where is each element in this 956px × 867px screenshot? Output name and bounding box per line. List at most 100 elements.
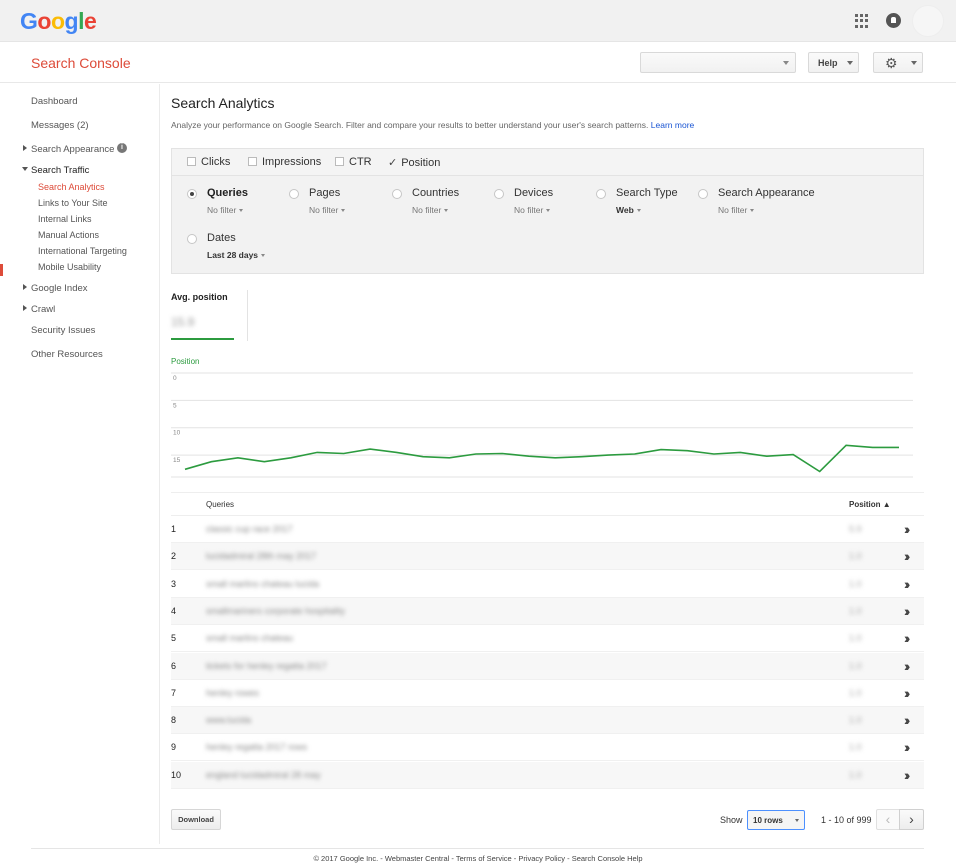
pages-filter-dropdown[interactable]: No filter xyxy=(309,205,346,215)
sidebar-item-international-targeting[interactable]: International Targeting xyxy=(38,246,127,256)
rows-per-page-value: 10 rows xyxy=(753,816,783,825)
row-query[interactable]: henley rowes xyxy=(206,688,259,698)
sidebar-item-dashboard[interactable]: Dashboard xyxy=(31,96,77,107)
info-icon[interactable]: i xyxy=(117,143,127,153)
apps-grid-icon[interactable] xyxy=(855,14,869,28)
queries-filter-dropdown[interactable]: No filter xyxy=(207,205,244,215)
column-header-position[interactable]: Position ▲ xyxy=(849,500,891,509)
sidebar-item-mobile-usability[interactable]: Mobile Usability xyxy=(38,262,101,272)
row-query[interactable]: smallmariners corporate hospitality xyxy=(206,606,345,616)
sidebar-item-links-to-your-site[interactable]: Links to Your Site xyxy=(38,198,108,208)
row-query[interactable]: www.lucida xyxy=(206,715,251,725)
row-query[interactable]: small marlins chateau xyxy=(206,633,293,643)
learn-more-link[interactable]: Learn more xyxy=(651,120,694,130)
devices-radio[interactable] xyxy=(494,189,504,199)
table-row[interactable]: 1 classic cup race 2017 5.9 ›› xyxy=(171,516,924,543)
double-chevron-right-icon[interactable]: ›› xyxy=(904,685,911,701)
search-appearance-radio[interactable] xyxy=(698,189,708,199)
collapse-arrow-icon[interactable] xyxy=(22,167,28,171)
next-page-button[interactable]: › xyxy=(899,809,924,830)
double-chevron-right-icon[interactable]: ›› xyxy=(904,548,911,564)
devices-filter-dropdown[interactable]: No filter xyxy=(514,205,551,215)
search-type-filter-value: Web xyxy=(616,205,634,215)
sidebar-item-search-appearance[interactable]: Search Appearance xyxy=(31,144,114,155)
dates-radio[interactable] xyxy=(187,234,197,244)
table-row[interactable]: 6 tickets for henley regatta 2017 1.0 ›› xyxy=(171,652,924,680)
series-line-position[interactable] xyxy=(184,444,899,473)
double-chevron-right-icon[interactable]: ›› xyxy=(904,712,911,728)
column-header-queries[interactable]: Queries xyxy=(206,500,234,509)
expand-arrow-icon[interactable] xyxy=(23,284,27,290)
sidebar-item-messages[interactable]: Messages (2) xyxy=(31,120,89,131)
download-button[interactable]: Download xyxy=(171,809,221,830)
countries-filter-dropdown[interactable]: No filter xyxy=(412,205,449,215)
previous-page-button[interactable]: ‹ xyxy=(876,809,900,830)
row-query[interactable]: henley regatta 2017 rows xyxy=(206,742,307,752)
pages-radio[interactable] xyxy=(289,189,299,199)
table-row[interactable]: 10 england lucidadmiral 28 may 1.0 ›› xyxy=(171,761,924,789)
row-query[interactable]: classic cup race 2017 xyxy=(206,524,293,534)
google-logo[interactable]: Google xyxy=(20,8,97,35)
checkmark-icon[interactable]: ✓ xyxy=(388,156,397,169)
dates-filter-dropdown[interactable]: Last 28 days xyxy=(207,250,266,260)
sidebar-item-other-resources[interactable]: Other Resources xyxy=(31,349,103,360)
sidebar-item-internal-links[interactable]: Internal Links xyxy=(38,214,92,224)
help-button[interactable]: Help xyxy=(808,52,859,73)
metric-clicks[interactable]: Clicks xyxy=(187,156,230,168)
table-row[interactable]: 2 lucidadmiral 28th may 2017 1.0 ›› xyxy=(171,543,924,571)
row-query[interactable]: small marlins chateau lucida xyxy=(206,579,319,589)
sidebar-item-crawl[interactable]: Crawl xyxy=(31,304,55,315)
row-query[interactable]: england lucidadmiral 28 may xyxy=(206,770,321,780)
y-tick-label: 10 xyxy=(173,430,181,437)
notifications-icon[interactable] xyxy=(886,13,901,28)
pagination-range: 1 - 10 of 999 xyxy=(821,815,872,825)
table-row[interactable]: 9 henley regatta 2017 rows 1.0 ›› xyxy=(171,734,924,762)
double-chevron-right-icon[interactable]: ›› xyxy=(904,739,911,755)
google-bar: Google xyxy=(0,0,956,42)
double-chevron-right-icon[interactable]: ›› xyxy=(904,521,911,537)
search-type-radio[interactable] xyxy=(596,189,606,199)
sidebar: Dashboard Messages (2) Search Appearance… xyxy=(0,84,160,844)
search-type-filter-dropdown[interactable]: Web xyxy=(616,205,641,215)
double-chevron-right-icon[interactable]: ›› xyxy=(904,630,911,646)
sidebar-item-google-index[interactable]: Google Index xyxy=(31,283,88,294)
sidebar-item-manual-actions[interactable]: Manual Actions xyxy=(38,230,99,240)
table-row[interactable]: 7 henley rowes 1.0 ›› xyxy=(171,680,924,707)
countries-radio[interactable] xyxy=(392,189,402,199)
row-query[interactable]: tickets for henley regatta 2017 xyxy=(206,661,327,671)
metric-impressions[interactable]: Impressions xyxy=(248,156,321,168)
ctr-checkbox[interactable] xyxy=(335,157,344,166)
console-title[interactable]: Search Console xyxy=(31,55,131,71)
double-chevron-right-icon[interactable]: ›› xyxy=(904,767,911,783)
console-header: Search Console Help ⚙ xyxy=(0,43,956,83)
table-row[interactable]: 3 small marlins chateau lucida 1.0 ›› xyxy=(171,571,924,598)
clicks-checkbox[interactable] xyxy=(187,157,196,166)
search-appearance-filter-dropdown[interactable]: No filter xyxy=(718,205,755,215)
metric-ctr[interactable]: CTR xyxy=(335,156,372,168)
expand-arrow-icon[interactable] xyxy=(23,145,27,151)
dates-filter-value: Last 28 days xyxy=(207,250,259,260)
queries-radio[interactable] xyxy=(187,189,197,199)
table-row[interactable]: 5 small marlins chateau 1.0 ›› xyxy=(171,625,924,653)
rows-per-page-select[interactable]: 10 rows xyxy=(747,810,805,830)
expand-arrow-icon[interactable] xyxy=(23,305,27,311)
sidebar-item-search-traffic[interactable]: Search Traffic xyxy=(31,165,89,176)
devices-filter-value: No filter xyxy=(514,205,544,215)
row-query[interactable]: lucidadmiral 28th may 2017 xyxy=(206,551,316,561)
site-select[interactable] xyxy=(640,52,796,73)
logo-letter: G xyxy=(20,8,38,34)
sidebar-item-search-analytics[interactable]: Search Analytics xyxy=(38,182,105,192)
search-appearance-label: Search Appearance xyxy=(718,187,815,199)
sidebar-item-security-issues[interactable]: Security Issues xyxy=(31,325,95,336)
double-chevron-right-icon[interactable]: ›› xyxy=(904,603,911,619)
double-chevron-right-icon[interactable]: ›› xyxy=(904,658,911,674)
table-row[interactable]: 8 www.lucida 1.0 ›› xyxy=(171,707,924,735)
double-chevron-right-icon[interactable]: ›› xyxy=(904,576,911,592)
metric-position[interactable]: ✓ Position xyxy=(388,156,440,169)
row-position: 1.0 xyxy=(849,715,862,726)
row-number: 3 xyxy=(171,578,177,589)
impressions-checkbox[interactable] xyxy=(248,157,257,166)
table-row[interactable]: 4 smallmariners corporate hospitality 1.0 ›… xyxy=(171,597,924,625)
settings-button[interactable]: ⚙ xyxy=(873,52,923,73)
avatar[interactable] xyxy=(912,5,944,37)
